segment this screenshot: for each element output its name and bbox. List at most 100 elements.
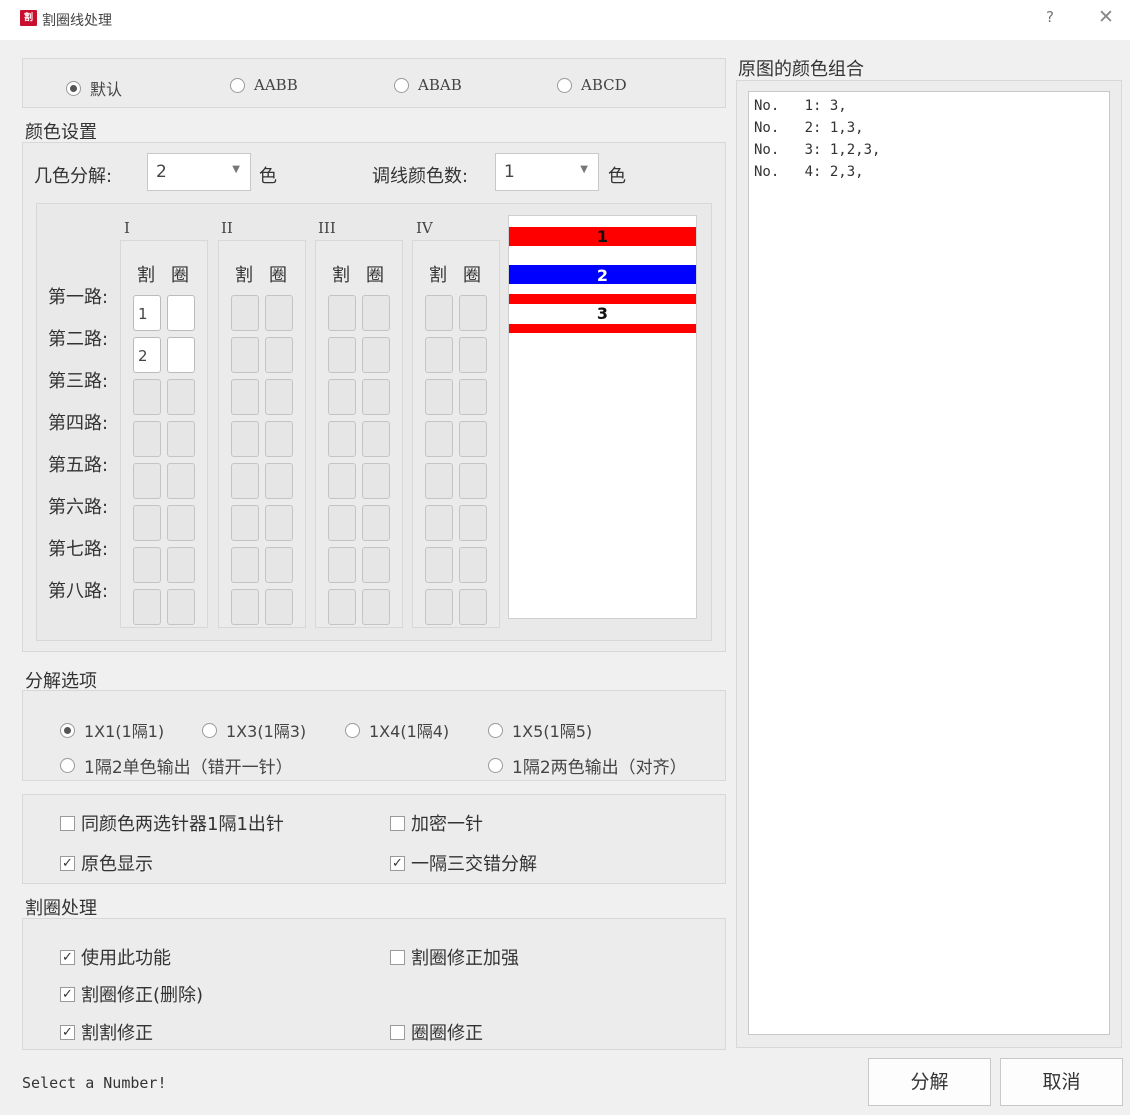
loop-cell-r4-c2[interactable] — [265, 421, 293, 457]
cut-cell-r3-c2[interactable] — [231, 379, 259, 415]
decompose-button[interactable]: 分解 — [868, 1058, 991, 1106]
loop-cell-r5-c3[interactable] — [362, 463, 390, 499]
cut-cell-r7-c4[interactable] — [425, 547, 453, 583]
cut-cell-r1-c3[interactable] — [328, 295, 356, 331]
mode-aabb-radio[interactable]: AABB — [230, 76, 298, 94]
loop-cell-r5-c4[interactable] — [459, 463, 487, 499]
cut-cell-r3-c4[interactable] — [425, 379, 453, 415]
loop-cell-r1-c4[interactable] — [459, 295, 487, 331]
adjust-label: 调线颜色数: — [372, 166, 469, 187]
cut-cell-r7-c3[interactable] — [328, 547, 356, 583]
loop-cell-r2-c3[interactable] — [362, 337, 390, 373]
row-label: 第三路: — [48, 371, 109, 392]
mode-abab-radio[interactable]: ABAB — [394, 76, 462, 94]
mode-abcd-radio[interactable]: ABCD — [557, 76, 627, 94]
title-bar: 割 割圈线处理 ? ✕ — [0, 0, 1130, 40]
cut-cell-r8-c3[interactable] — [328, 589, 356, 625]
use-function-checkbox[interactable]: ✓ 使用此功能 — [60, 944, 171, 970]
loop-cell-r2-c4[interactable] — [459, 337, 487, 373]
cut-cell-r4-c4[interactable] — [425, 421, 453, 457]
column-header-3: III — [318, 219, 336, 237]
loop-cell-r4-c1[interactable] — [167, 421, 195, 457]
option-single-color-radio[interactable]: 1隔2单色输出（错开一针） — [60, 753, 293, 778]
loop-cell-r7-c3[interactable] — [362, 547, 390, 583]
cut-cell-r6-c1[interactable] — [133, 505, 161, 541]
cut-cell-r8-c4[interactable] — [425, 589, 453, 625]
help-button[interactable]: ? — [1046, 8, 1054, 26]
color-combo-list[interactable]: No. 1: 3, No. 2: 1,3, No. 3: 1,2,3, No. … — [748, 91, 1110, 1035]
mode-default-radio[interactable]: 默认 — [66, 76, 122, 100]
loop-cell-r1-c1[interactable] — [167, 295, 195, 331]
cancel-button[interactable]: 取消 — [1000, 1058, 1123, 1106]
option-1x5-radio[interactable]: 1X5(1隔5) — [488, 718, 592, 742]
cut-cell-r6-c4[interactable] — [425, 505, 453, 541]
check-icon: ✓ — [60, 1024, 75, 1040]
cut-cell-r1-c4[interactable] — [425, 295, 453, 331]
cut-cell-r5-c3[interactable] — [328, 463, 356, 499]
close-icon[interactable]: ✕ — [1098, 6, 1114, 28]
original-color-checkbox[interactable]: ✓ 原色显示 — [60, 850, 153, 876]
cut-cell-r5-c2[interactable] — [231, 463, 259, 499]
cut-cell-r6-c3[interactable] — [328, 505, 356, 541]
cut-cut-checkbox[interactable]: ✓ 割割修正 — [60, 1019, 153, 1045]
decompose-unit: 色 — [259, 166, 277, 187]
loop-cell-r8-c2[interactable] — [265, 589, 293, 625]
loop-cell-r1-c3[interactable] — [362, 295, 390, 331]
cut-cell-r4-c3[interactable] — [328, 421, 356, 457]
loop-cell-r6-c1[interactable] — [167, 505, 195, 541]
cut-cell-r8-c2[interactable] — [231, 589, 259, 625]
cut-cell-r2-c1[interactable]: 2 — [133, 337, 161, 373]
loop-cell-r2-c2[interactable] — [265, 337, 293, 373]
row-label: 第八路: — [48, 581, 109, 602]
loop-cell-r3-c1[interactable] — [167, 379, 195, 415]
stagger-checkbox[interactable]: ✓ 一隔三交错分解 — [390, 850, 537, 876]
loop-cell-r6-c2[interactable] — [265, 505, 293, 541]
loop-cell-r5-c2[interactable] — [265, 463, 293, 499]
checkbox-box — [390, 815, 405, 831]
cut-cell-r4-c2[interactable] — [231, 421, 259, 457]
cut-cell-r6-c2[interactable] — [231, 505, 259, 541]
cut-cell-r5-c4[interactable] — [425, 463, 453, 499]
cut-cell-r1-c1[interactable]: 1 — [133, 295, 161, 331]
cut-cell-r7-c2[interactable] — [231, 547, 259, 583]
loop-cell-r3-c3[interactable] — [362, 379, 390, 415]
option-two-color-radio[interactable]: 1隔2两色输出（对齐） — [488, 753, 687, 778]
cut-cell-r5-c1[interactable] — [133, 463, 161, 499]
loop-cell-r7-c1[interactable] — [167, 547, 195, 583]
cut-cell-r4-c1[interactable] — [133, 421, 161, 457]
cut-cell-r2-c3[interactable] — [328, 337, 356, 373]
cut-cell-r8-c1[interactable] — [133, 589, 161, 625]
loop-cell-r1-c2[interactable] — [265, 295, 293, 331]
loop-cell-r6-c3[interactable] — [362, 505, 390, 541]
combo-line: No. 2: 1,3, — [754, 120, 864, 136]
loop-cell-r3-c2[interactable] — [265, 379, 293, 415]
option-1x3-radio[interactable]: 1X3(1隔3) — [202, 718, 306, 742]
cut-cell-r3-c1[interactable] — [133, 379, 161, 415]
cut-cell-r3-c3[interactable] — [328, 379, 356, 415]
adjust-select[interactable]: 1 ▼ — [495, 153, 599, 191]
option-1x4-radio[interactable]: 1X4(1隔4) — [345, 718, 449, 742]
loop-cell-r7-c2[interactable] — [265, 547, 293, 583]
same-color-checkbox[interactable]: 同颜色两选针器1隔1出针 — [60, 810, 284, 836]
loop-loop-checkbox[interactable]: 圈圈修正 — [390, 1019, 483, 1045]
loop-cell-r2-c1[interactable] — [167, 337, 195, 373]
decompose-select[interactable]: 2 ▼ — [147, 153, 251, 191]
cut-cell-r7-c1[interactable] — [133, 547, 161, 583]
cut-cell-r2-c2[interactable] — [231, 337, 259, 373]
stripe-label: 1 — [596, 227, 609, 246]
cut-cell-r1-c2[interactable] — [231, 295, 259, 331]
loop-cell-r4-c4[interactable] — [459, 421, 487, 457]
cut-loop-enhance-checkbox[interactable]: 割圈修正加强 — [390, 944, 519, 970]
loop-cell-r8-c4[interactable] — [459, 589, 487, 625]
cut-loop-delete-checkbox[interactable]: ✓ 割圈修正(删除) — [60, 981, 203, 1007]
option-1x1-radio[interactable]: 1X1(1隔1) — [60, 718, 164, 742]
loop-cell-r7-c4[interactable] — [459, 547, 487, 583]
loop-cell-r6-c4[interactable] — [459, 505, 487, 541]
add-needle-checkbox[interactable]: 加密一针 — [390, 810, 483, 836]
loop-cell-r3-c4[interactable] — [459, 379, 487, 415]
cut-cell-r2-c4[interactable] — [425, 337, 453, 373]
loop-cell-r8-c3[interactable] — [362, 589, 390, 625]
loop-cell-r8-c1[interactable] — [167, 589, 195, 625]
loop-cell-r5-c1[interactable] — [167, 463, 195, 499]
loop-cell-r4-c3[interactable] — [362, 421, 390, 457]
